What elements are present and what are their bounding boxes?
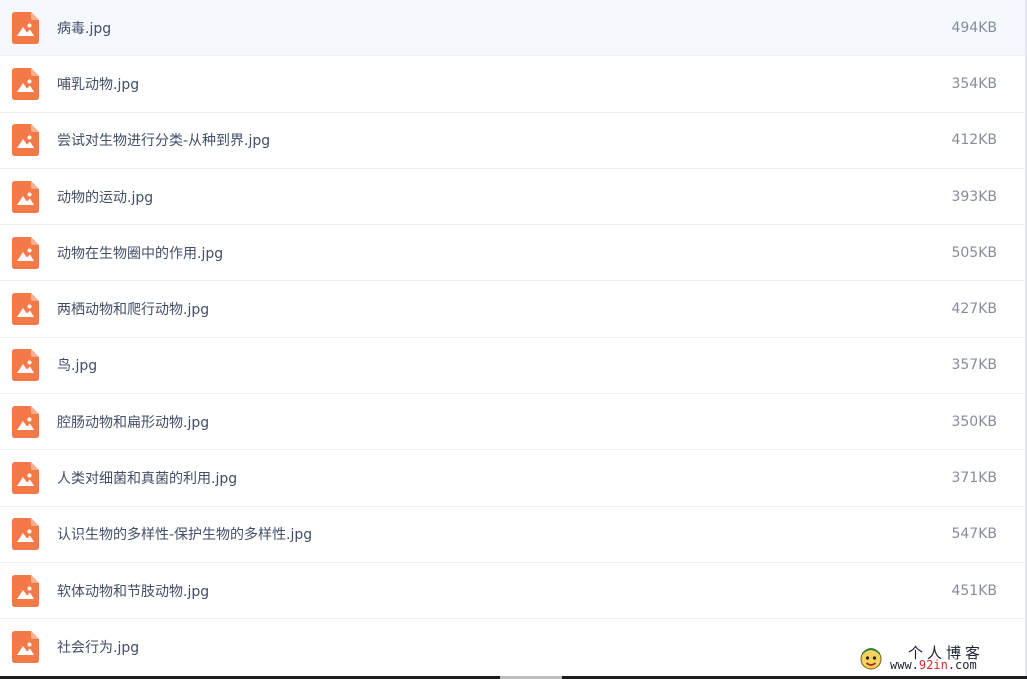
file-row[interactable]: 哺乳动物.jpg 354KB [0, 56, 1027, 113]
file-size: 371KB [951, 470, 997, 487]
file-name[interactable]: 两栖动物和爬行动物.jpg [57, 299, 209, 319]
file-row[interactable]: 认识生物的多样性-保护生物的多样性.jpg 547KB [0, 507, 1027, 563]
file-name[interactable]: 腔肠动物和扁形动物.jpg [57, 412, 209, 432]
file-name[interactable]: 人类对细菌和真菌的利用.jpg [57, 468, 237, 488]
image-file-icon [12, 293, 39, 326]
file-size: 451KB [951, 582, 997, 599]
file-name[interactable]: 尝试对生物进行分类-从种到界.jpg [57, 130, 270, 150]
file-row[interactable]: 病毒.jpg 494KB [0, 0, 1027, 57]
watermark-url-suffix: .com [947, 658, 977, 672]
file-row[interactable]: 鸟.jpg 357KB [0, 338, 1027, 395]
watermark: 个人博客 www.92in.com [858, 642, 1018, 674]
file-row[interactable]: 尝试对生物进行分类-从种到界.jpg 412KB [0, 113, 1027, 169]
image-file-icon [12, 124, 39, 157]
file-name[interactable]: 哺乳动物.jpg [57, 74, 139, 94]
image-file-icon [12, 574, 39, 607]
image-file-icon [12, 11, 39, 44]
file-size: 547KB [951, 526, 997, 543]
watermark-url-accent: 92in [918, 658, 948, 672]
watermark-url-prefix: www. [890, 658, 919, 672]
watermark-url: www.92in.com [890, 658, 977, 672]
file-name[interactable]: 病毒.jpg [57, 18, 111, 38]
file-size: 505KB [951, 244, 997, 261]
file-row[interactable]: 动物的运动.jpg 393KB [0, 169, 1027, 226]
image-file-icon [12, 180, 39, 213]
file-row[interactable]: 动物在生物圈中的作用.jpg 505KB [0, 225, 1027, 282]
image-file-icon [12, 67, 39, 100]
file-name[interactable]: 软体动物和节肢动物.jpg [57, 581, 209, 601]
file-size: 427KB [951, 301, 997, 318]
file-name[interactable]: 鸟.jpg [57, 355, 97, 375]
file-row[interactable]: 软体动物和节肢动物.jpg 451KB [0, 563, 1027, 620]
image-file-icon [12, 462, 39, 495]
file-row[interactable]: 两栖动物和爬行动物.jpg 427KB [0, 281, 1027, 338]
file-size: 393KB [951, 188, 997, 205]
file-size: 350KB [951, 413, 997, 430]
file-list: 病毒.jpg 494KB 哺乳动物.jpg 354KB 尝试对生物进行分类-从种到界.j… [0, 0, 1027, 676]
file-row[interactable]: 腔肠动物和扁形动物.jpg 350KB [0, 394, 1027, 451]
cartoon-face-icon [860, 648, 882, 670]
file-row[interactable]: 人类对细菌和真菌的利用.jpg 371KB [0, 450, 1027, 507]
file-size: 494KB [951, 19, 997, 36]
image-file-icon [12, 631, 39, 664]
image-file-icon [12, 518, 39, 551]
file-name[interactable]: 认识生物的多样性-保护生物的多样性.jpg [57, 524, 312, 544]
image-file-icon [12, 236, 39, 269]
file-name[interactable]: 动物在生物圈中的作用.jpg [57, 243, 223, 263]
file-size: 354KB [951, 75, 997, 92]
file-name[interactable]: 社会行为.jpg [57, 637, 139, 657]
image-file-icon [12, 349, 39, 382]
file-size: 412KB [951, 132, 997, 149]
file-name[interactable]: 动物的运动.jpg [57, 187, 153, 207]
file-size: 357KB [951, 357, 997, 374]
image-file-icon [12, 405, 39, 438]
